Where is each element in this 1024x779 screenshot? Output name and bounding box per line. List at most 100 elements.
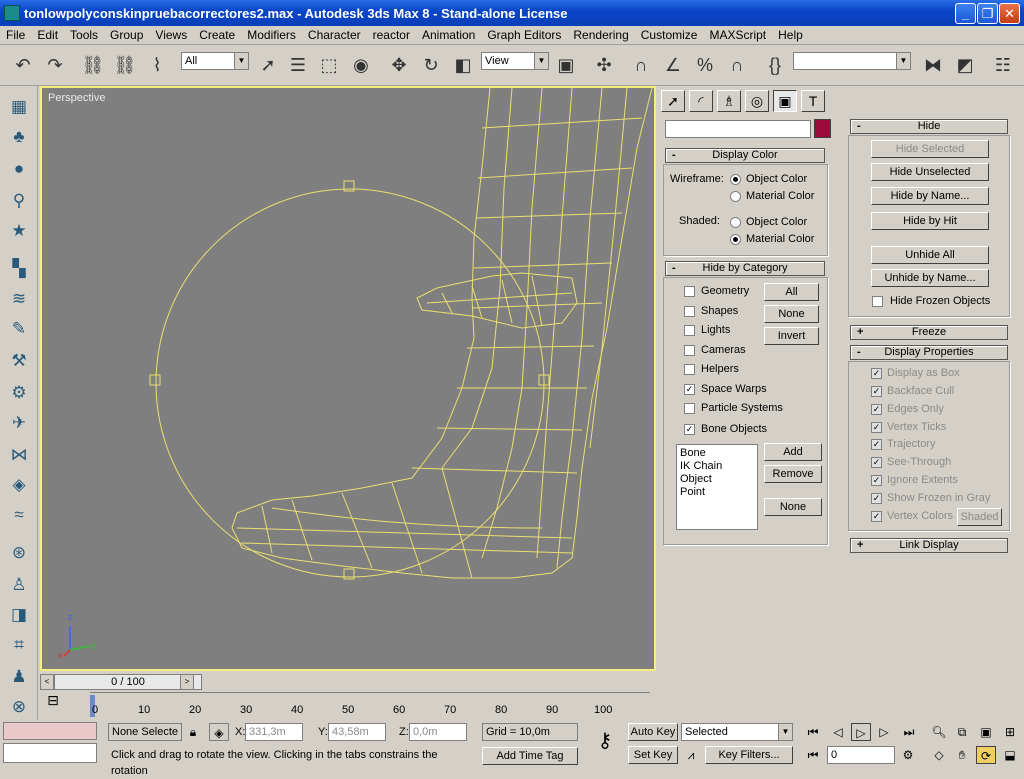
hide-selected-button[interactable]: Hide Selected	[871, 140, 989, 158]
display-tab[interactable]: ▣	[773, 90, 797, 112]
pencil-icon[interactable]: ✎	[6, 316, 32, 342]
geometry-checkbox[interactable]	[684, 286, 695, 297]
figure-icon[interactable]: ♟	[6, 664, 32, 690]
freeze-rollout[interactable]: + Freeze	[850, 325, 1008, 340]
object-color-swatch[interactable]	[814, 119, 831, 138]
close-button[interactable]: ✕	[999, 3, 1020, 24]
set-key-button[interactable]: Set Key	[628, 746, 678, 764]
angle-snap-icon[interactable]: ∠	[660, 51, 686, 79]
cameras-checkbox[interactable]	[684, 345, 695, 356]
layer-icon[interactable]: ☷	[990, 51, 1016, 79]
teapot-icon[interactable]: ♣	[6, 124, 32, 150]
track-bar-menu-icon[interactable]: ⊟	[40, 692, 66, 710]
percent-snap-icon[interactable]: %	[692, 51, 718, 79]
lock-icon[interactable]: 🔒︎	[183, 723, 203, 741]
play-icon[interactable]: ▷	[851, 723, 871, 741]
menu-edit[interactable]: Edit	[31, 28, 64, 42]
pan-icon[interactable]: ✋︎	[952, 746, 972, 764]
rings-icon[interactable]: ⊛	[6, 540, 32, 566]
auto-key-button[interactable]: Auto Key	[628, 723, 678, 741]
ref-coord-select[interactable]: View ▼	[481, 52, 549, 70]
menu-tools[interactable]: Tools	[64, 28, 104, 42]
maximize-viewport-icon[interactable]: ⬓	[1000, 746, 1020, 764]
vertex-colors-checkbox[interactable]: ✓	[871, 511, 882, 522]
create-tab[interactable]: ➚	[661, 90, 685, 112]
list-item[interactable]: Point	[680, 486, 754, 499]
bind-space-warp-icon[interactable]: ⌇	[144, 51, 170, 79]
bone-objects-checkbox[interactable]: ✓	[684, 424, 695, 435]
shaded-material-color-radio[interactable]	[730, 234, 741, 245]
light-icon[interactable]: ⚲	[6, 188, 32, 214]
snap-3-icon[interactable]: ∩	[628, 51, 654, 79]
zoom-extents-icon[interactable]: ▣	[976, 723, 996, 741]
perspective-viewport[interactable]: Perspective z y x	[40, 86, 656, 671]
all-button[interactable]: All	[764, 283, 819, 301]
object-name-field[interactable]	[665, 120, 811, 138]
maximize-button[interactable]: ❐	[977, 3, 998, 24]
display-properties-rollout[interactable]: - Display Properties	[850, 345, 1008, 360]
selection-filter-select[interactable]: All ▼	[181, 52, 249, 70]
hide-by-name-button[interactable]: Hide by Name...	[871, 187, 989, 205]
link-display-rollout[interactable]: + Link Display	[850, 538, 1008, 553]
see-through-checkbox[interactable]: ✓	[871, 457, 882, 468]
shapes-checkbox[interactable]	[684, 306, 695, 317]
backface-cull-checkbox[interactable]: ✓	[871, 386, 882, 397]
minimize-button[interactable]: _	[955, 3, 976, 24]
window-crossing-icon[interactable]: ◉	[348, 51, 374, 79]
hide-frozen-checkbox[interactable]	[872, 296, 883, 307]
fish-icon[interactable]: ⋈	[6, 442, 32, 468]
utilities-tab[interactable]: T	[801, 90, 825, 112]
menu-modifiers[interactable]: Modifiers	[241, 28, 302, 42]
plane-icon[interactable]: ✈	[6, 410, 32, 436]
coil-icon[interactable]: ≋	[6, 286, 32, 312]
shaded-object-color-radio[interactable]	[730, 217, 741, 228]
hierarchy-tab[interactable]: ♗	[717, 90, 741, 112]
shaded-button[interactable]: Shaded	[957, 508, 1002, 526]
menu-customize[interactable]: Customize	[635, 28, 704, 42]
box-icon[interactable]: ▦	[6, 94, 32, 120]
door-icon[interactable]: ◨	[6, 602, 32, 628]
default-tangent-icon[interactable]: ⩘	[681, 746, 701, 764]
arc-rotate-icon[interactable]: ⟳	[976, 746, 996, 764]
display-color-rollout[interactable]: - Display Color	[665, 148, 825, 163]
go-to-end-icon[interactable]: ⏭	[899, 723, 919, 741]
menu-character[interactable]: Character	[302, 28, 367, 42]
edges-only-checkbox[interactable]: ✓	[871, 404, 882, 415]
current-frame-field[interactable]: 0	[827, 746, 895, 764]
time-config-icon[interactable]: ⚙	[898, 746, 918, 764]
undo-icon[interactable]: ↶	[10, 51, 36, 79]
axes-icon[interactable]: ⊗	[6, 694, 32, 720]
helpers-checkbox[interactable]	[684, 364, 695, 375]
unlink-icon[interactable]: ⛓	[112, 51, 138, 79]
wireframe-object-color-radio[interactable]	[730, 174, 741, 185]
add-time-tag-button[interactable]: Add Time Tag	[482, 747, 578, 765]
menu-graph-editors[interactable]: Graph Editors	[481, 28, 567, 42]
manipulate-icon[interactable]: ✣	[591, 51, 617, 79]
sphere-icon[interactable]: ●	[6, 156, 32, 182]
display-as-box-checkbox[interactable]: ✓	[871, 368, 882, 379]
motion-tab[interactable]: ◎	[745, 90, 769, 112]
menu-help[interactable]: Help	[772, 28, 809, 42]
next-frame-icon[interactable]: ▷	[874, 723, 894, 741]
cloth-icon[interactable]: ◈	[6, 472, 32, 498]
unhide-all-button[interactable]: Unhide All	[871, 246, 989, 264]
y-coord-field[interactable]: 43,58m	[328, 723, 386, 741]
list-item[interactable]: Bone	[680, 447, 754, 460]
zoom-extents-all-icon[interactable]: ⊞	[1000, 723, 1020, 741]
trajectory-checkbox[interactable]: ✓	[871, 439, 882, 450]
unhide-by-name-button[interactable]: Unhide by Name...	[871, 269, 989, 287]
scale-icon[interactable]: ◧	[450, 51, 476, 79]
lights-checkbox[interactable]	[684, 325, 695, 336]
select-icon[interactable]: ➚	[255, 51, 281, 79]
zoom-all-icon[interactable]: ⧉	[952, 723, 972, 741]
list-none-button[interactable]: None	[764, 498, 822, 516]
key-mode-select[interactable]: Selected ▼	[681, 723, 793, 741]
rect-region-icon[interactable]: ⬚	[316, 51, 342, 79]
star-icon[interactable]: ★	[6, 218, 32, 244]
menu-animation[interactable]: Animation	[416, 28, 481, 42]
wave-icon[interactable]: ≈	[6, 502, 32, 528]
menu-views[interactable]: Views	[149, 28, 193, 42]
ignore-extents-checkbox[interactable]: ✓	[871, 475, 882, 486]
named-selection-select[interactable]: ▼	[793, 52, 911, 70]
menu-rendering[interactable]: Rendering	[567, 28, 634, 42]
